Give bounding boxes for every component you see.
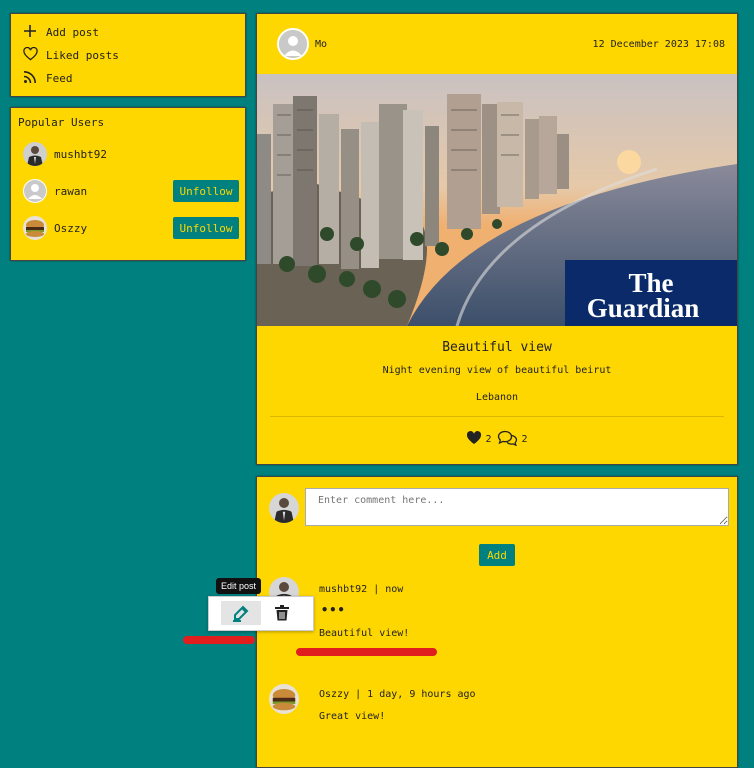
more-options-icon[interactable]: ••• (321, 603, 346, 617)
menu-item-label: Add post (46, 26, 99, 39)
post-stats: 2 2 (257, 430, 737, 449)
popular-user-name[interactable]: mushbt92 (54, 148, 239, 161)
popular-user-row: mushbt92 (23, 141, 239, 167)
trash-icon (275, 605, 289, 621)
highlight-line (183, 636, 255, 644)
comment-actions-popup (208, 596, 314, 631)
nav-menu: Add post Liked posts Feed (10, 13, 246, 97)
menu-item-add-post[interactable]: Add post (21, 24, 99, 41)
popular-users-title: Popular Users (18, 116, 105, 129)
add-comment-button[interactable]: Add (479, 544, 515, 566)
popular-users-panel: Popular Users mushbt92 rawan Unfollow Os… (10, 107, 246, 261)
post-author[interactable]: Mo (315, 39, 593, 50)
heart-icon (21, 46, 39, 64)
post-header: Mo 12 December 2023 17:08 (277, 28, 725, 60)
post-description: Night evening view of beautiful beirut (382, 365, 612, 376)
plus-icon (21, 24, 39, 41)
comment-meta: mushbt92 | now (319, 584, 403, 595)
popular-user-row: Oszzy Unfollow (23, 215, 239, 241)
divider (270, 416, 724, 417)
menu-item-label: Liked posts (46, 49, 119, 62)
comment-time: | now (373, 584, 404, 595)
avatar (269, 493, 299, 523)
rss-icon (21, 70, 39, 87)
avatar[interactable] (277, 28, 309, 60)
menu-item-feed[interactable]: Feed (21, 70, 73, 87)
comment-author[interactable]: mushbt92 (319, 584, 367, 595)
edit-button[interactable] (221, 601, 261, 625)
comments-icon[interactable] (497, 430, 519, 449)
avatar[interactable] (23, 142, 47, 166)
unfollow-button[interactable]: Unfollow (173, 217, 239, 239)
avatar[interactable] (269, 684, 299, 714)
delete-button[interactable] (262, 601, 302, 625)
highlight-line (296, 648, 437, 656)
post-location: Lebanon (475, 392, 519, 403)
edit-tooltip: Edit post (216, 578, 262, 594)
popular-user-name[interactable]: Oszzy (54, 222, 173, 235)
comment-text: Great view! (319, 711, 386, 722)
like-icon[interactable] (466, 431, 482, 448)
edit-icon (233, 605, 249, 622)
post-image: The Guardian (257, 74, 737, 326)
comment-time: | 1 day, 9 hours ago (355, 689, 476, 700)
comment-author[interactable]: Oszzy (319, 689, 349, 700)
comments-panel: Add mushbt92 | now ••• Beautiful view! O… (256, 476, 738, 768)
post-card: Mo 12 December 2023 17:08 The Guardian B… (256, 13, 738, 465)
comment-input[interactable] (305, 488, 729, 526)
avatar[interactable] (23, 216, 47, 240)
post-date: 12 December 2023 17:08 (592, 38, 725, 50)
svg-text:Guardian: Guardian (587, 293, 700, 323)
menu-item-liked-posts[interactable]: Liked posts (21, 46, 119, 64)
menu-item-label: Feed (46, 72, 73, 85)
comment-text: Beautiful view! (319, 628, 410, 639)
likes-count: 2 (485, 434, 492, 445)
post-title: Beautiful view (442, 340, 552, 355)
avatar[interactable] (23, 179, 47, 203)
popular-user-row: rawan Unfollow (23, 178, 239, 204)
comments-count: 2 (521, 434, 528, 445)
unfollow-button[interactable]: Unfollow (173, 180, 239, 202)
comment-meta: Oszzy | 1 day, 9 hours ago (319, 689, 476, 700)
popular-user-name[interactable]: rawan (54, 185, 173, 198)
